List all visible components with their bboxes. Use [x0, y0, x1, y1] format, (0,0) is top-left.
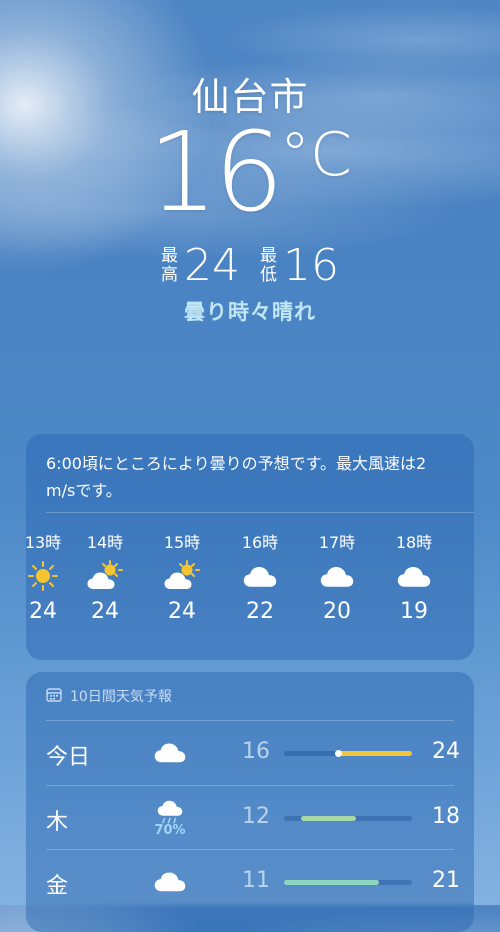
hour-time: 14時	[86, 533, 124, 552]
day-low-temperature: 12	[242, 804, 270, 829]
day-high-temperature: 21	[432, 868, 460, 893]
ten-day-forecast-header: 10日間天気予報	[46, 686, 172, 706]
current-temperature-value: 16	[148, 108, 284, 236]
partly-sunny-icon	[75, 553, 135, 599]
cloud-icon	[150, 862, 190, 902]
day-label: 金	[46, 874, 69, 899]
high-temperature-value: 24	[184, 240, 240, 291]
high-temperature: 最高 24	[161, 240, 240, 291]
hour-temperature: 22	[246, 599, 274, 624]
partly-sunny-icon	[152, 553, 212, 599]
low-label-2: 低	[260, 264, 277, 285]
hour-time: 15時	[163, 533, 201, 552]
temperature-range-bar	[284, 880, 412, 885]
ten-day-forecast-card[interactable]: 10日間天気予報 今日 16 24 木 70% 12 18 金 11 21	[26, 672, 474, 932]
temperature-range-fill	[300, 816, 356, 821]
high-low-temperatures: 最高 24 最低 16	[0, 240, 500, 291]
low-temperature-value: 16	[283, 240, 339, 291]
temperature-range-bar	[284, 750, 412, 757]
sun-icon	[26, 553, 73, 599]
hour-time: 16時	[241, 533, 279, 552]
high-label-2: 高	[161, 264, 178, 285]
hour-temperature: 19	[400, 599, 428, 624]
temperature-range-fill	[284, 880, 379, 885]
divider	[46, 512, 474, 513]
low-label-1: 最	[260, 245, 277, 266]
cloud-icon	[230, 553, 290, 599]
temperature-unit: °C	[280, 120, 352, 190]
low-temperature: 最低 16	[260, 240, 339, 291]
hour-item: 17時 20	[307, 529, 367, 624]
high-label-1: 最	[161, 245, 178, 266]
hour-item: 14時 24	[75, 529, 135, 624]
day-label: 今日	[46, 745, 91, 770]
hour-item: 18時 19	[384, 529, 444, 624]
cloud-icon	[307, 553, 367, 599]
temperature-range-bar	[284, 816, 412, 821]
current-temperature-marker	[334, 750, 342, 757]
hour-item: 15時 24	[152, 529, 212, 624]
temperature-range-fill	[337, 751, 412, 756]
day-low-temperature: 11	[242, 868, 270, 893]
day-high-temperature: 18	[432, 804, 460, 829]
hour-temperature: 20	[323, 599, 351, 624]
calendar-icon	[46, 687, 62, 706]
cloud-rain-icon: 70%	[150, 798, 190, 838]
day-row-today[interactable]: 今日 16 24	[26, 721, 474, 785]
hour-time: 18時	[395, 533, 433, 552]
day-high-temperature: 24	[432, 739, 460, 764]
cloud-icon	[384, 553, 444, 599]
ten-day-forecast-title: 10日間天気予報	[70, 689, 172, 705]
hour-time: 13時	[26, 533, 62, 552]
hour-item: 16時 22	[230, 529, 290, 624]
day-label: 木	[46, 810, 69, 835]
hour-temperature: 24	[91, 599, 119, 624]
hour-temperature: 24	[29, 599, 57, 624]
day-row-thursday[interactable]: 木 70% 12 18	[26, 786, 474, 850]
cloud-icon	[150, 733, 190, 773]
day-row-friday[interactable]: 金 11 21	[26, 850, 474, 914]
precipitation-chance: 70%	[154, 823, 186, 838]
hourly-forecast-row[interactable]: 13時 24 14時 24 15時 24 16時 22 17時 20 18時 1…	[26, 529, 474, 649]
day-low-temperature: 16	[242, 739, 270, 764]
forecast-summary: 6:00頃にところにより曇りの予想です。最大風速は2 m/sです。	[46, 454, 427, 500]
hour-temperature: 24	[168, 599, 196, 624]
hour-item: 13時 24	[26, 529, 73, 624]
weather-condition: 曇り時々晴れ	[184, 300, 316, 324]
hourly-forecast-card[interactable]: 6:00頃にところにより曇りの予想です。最大風速は2 m/sです。 13時 24…	[26, 434, 474, 660]
current-temperature: 16°C	[0, 112, 500, 233]
hour-time: 17時	[318, 533, 356, 552]
